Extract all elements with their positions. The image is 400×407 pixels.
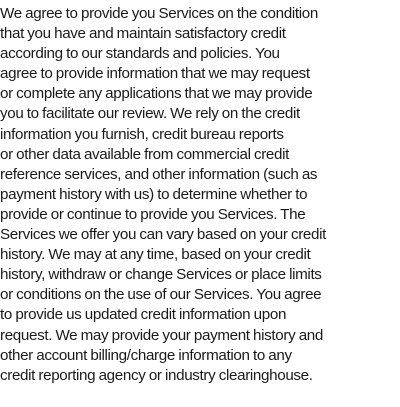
document-page: We agree to provide you Services on the … <box>0 0 400 407</box>
paragraph-line: other account billing/charge information… <box>0 346 292 364</box>
paragraph-line: request. We may provide your payment his… <box>0 326 323 344</box>
paragraph-line: or other data available from commercial … <box>0 145 289 163</box>
paragraph-line: payment history with us) to determine wh… <box>0 185 308 203</box>
paragraph-line: history, withdraw or change Services or … <box>0 266 322 284</box>
paragraph-line: credit reporting agency or industry clea… <box>0 366 313 384</box>
paragraph-line: or conditions on the use of our Services… <box>0 286 322 304</box>
paragraph-line: history. We may at any time, based on yo… <box>0 246 311 264</box>
paragraph-line: or complete any applications that we may… <box>0 85 313 103</box>
paragraph-line: according to our standards and policies.… <box>0 45 280 63</box>
paragraph-line: that you have and maintain satisfactory … <box>0 25 286 43</box>
paragraph-line: agree to provide information that we may… <box>0 65 310 83</box>
paragraph-line: to provide us updated credit information… <box>0 306 287 324</box>
paragraph-line: Services we offer you can vary based on … <box>0 226 327 244</box>
paragraph-line: provide or continue to provide you Servi… <box>0 205 306 223</box>
paragraph-line: you to facilitate our review. We rely on… <box>0 105 300 123</box>
paragraph-line: reference services, and other informatio… <box>0 165 318 183</box>
paragraph-line: information you furnish, credit bureau r… <box>0 125 284 143</box>
credit-terms-paragraph: We agree to provide you Services on the … <box>0 4 400 386</box>
paragraph-line: We agree to provide you Services on the … <box>0 5 318 22</box>
